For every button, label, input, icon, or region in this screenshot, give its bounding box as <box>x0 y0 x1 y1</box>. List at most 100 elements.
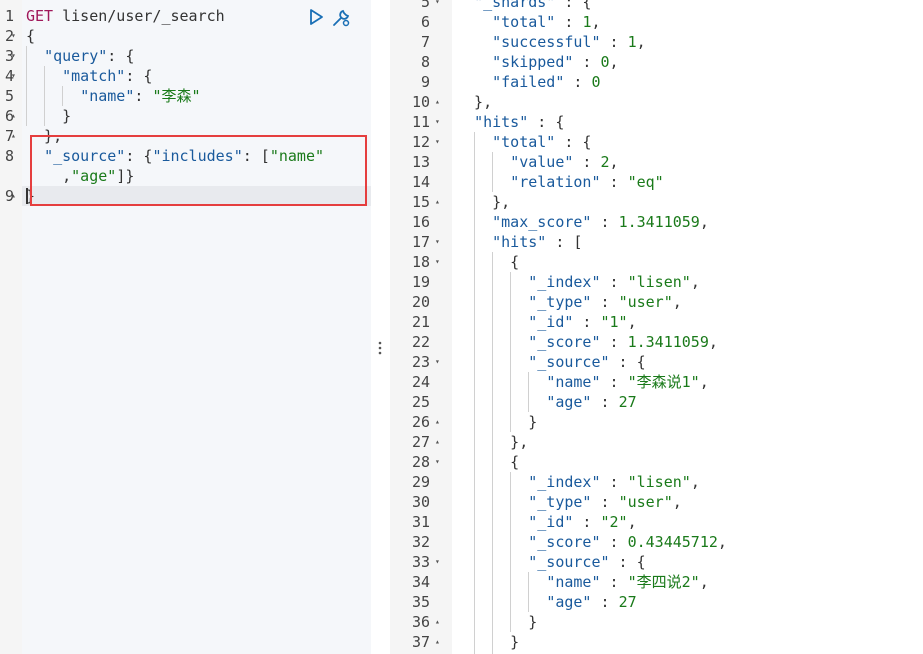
fold-close-icon[interactable]: ▴ <box>435 432 440 452</box>
token: { <box>456 253 520 271</box>
token: : { <box>609 553 646 571</box>
token: , <box>672 293 682 311</box>
code-line: { <box>456 452 519 472</box>
fold-close-icon[interactable]: ▴ <box>11 126 16 146</box>
fold-open-icon[interactable]: ▾ <box>435 132 440 152</box>
line-number: 34 <box>411 573 430 591</box>
http-method: GET <box>26 7 54 25</box>
token: "total" <box>492 133 556 151</box>
token: : <box>591 393 619 411</box>
code-line: "query": { <box>26 46 134 66</box>
fold-close-icon[interactable]: ▴ <box>435 612 440 632</box>
fold-close-icon[interactable]: ▴ <box>435 412 440 432</box>
token: "_type" <box>528 493 592 511</box>
request-code[interactable]: GET lisen/user/_search { "query": { "mat… <box>22 0 371 654</box>
code-line: "_id" : "2", <box>456 512 637 532</box>
drag-handle-icon[interactable] <box>378 340 382 356</box>
fold-close-icon[interactable]: ▴ <box>11 106 16 126</box>
token: 0 <box>600 53 610 71</box>
token: "age" <box>546 393 592 411</box>
fold-open-icon[interactable]: ▾ <box>435 0 440 12</box>
code-line: "hits" : { <box>456 112 564 132</box>
token: , <box>690 473 700 491</box>
token: : <box>573 513 601 531</box>
token: "lisen" <box>627 273 691 291</box>
token: : { <box>609 353 646 371</box>
token: "total" <box>492 13 556 31</box>
fold-close-icon[interactable]: ▴ <box>435 92 440 112</box>
fold-open-icon[interactable]: ▾ <box>435 252 440 272</box>
fold-open-icon[interactable]: ▾ <box>11 26 16 46</box>
token: "age" <box>546 593 592 611</box>
code-line: "name" : "李森说1", <box>456 372 708 392</box>
line-number: 23 <box>411 353 430 371</box>
play-icon[interactable] <box>307 8 325 26</box>
code-line: "total" : { <box>456 132 591 152</box>
pane-splitter[interactable] <box>371 0 390 654</box>
line-number: 10 <box>411 93 430 111</box>
code-line: } <box>456 612 537 632</box>
token: : <box>591 493 619 511</box>
token: "successful" <box>492 33 601 51</box>
line-number: 5 <box>4 87 14 105</box>
token: "name" <box>80 87 135 105</box>
text-cursor <box>26 188 28 204</box>
fold-close-icon[interactable]: ▴ <box>435 192 440 212</box>
code-line: "value" : 2, <box>456 152 618 172</box>
token: : { <box>528 113 565 131</box>
token: "李森" <box>152 87 201 105</box>
token: "hits" <box>474 113 529 131</box>
code-line: } <box>456 632 519 652</box>
fold-open-icon[interactable]: ▾ <box>11 46 16 66</box>
line-number: 26 <box>411 413 430 431</box>
line-number: 8 <box>420 53 430 71</box>
token: "failed" <box>492 73 565 91</box>
response-viewer[interactable]: "_shards" : { "total" : 1, "successful" … <box>390 0 923 654</box>
line-number: 18 <box>411 253 430 271</box>
token: "2" <box>600 513 628 531</box>
token: : <box>573 153 601 171</box>
line-number: 5 <box>420 0 430 11</box>
request-editor[interactable]: GET lisen/user/_search { "query": { "mat… <box>0 0 371 654</box>
line-number: 24 <box>411 373 430 391</box>
token: : <box>600 573 628 591</box>
fold-open-icon[interactable]: ▾ <box>11 66 16 86</box>
fold-open-icon[interactable]: ▾ <box>435 352 440 372</box>
code-line: { <box>456 252 519 272</box>
code-line: "age" : 27 <box>456 392 636 412</box>
token: 1.3411059 <box>618 213 700 231</box>
code-line: } <box>26 106 71 126</box>
token: "eq" <box>627 173 664 191</box>
code-line: "relation" : "eq" <box>456 172 664 192</box>
token: , <box>699 573 709 591</box>
token: : { <box>555 0 592 11</box>
code-line: "skipped" : 0, <box>456 52 619 72</box>
line-number: 6 <box>420 13 430 31</box>
token: , <box>609 53 619 71</box>
token: { <box>456 453 520 471</box>
source-filter-highlight-box <box>30 135 367 206</box>
fold-open-icon[interactable]: ▾ <box>435 552 440 572</box>
code-line: "failed" : 0 <box>456 72 600 92</box>
token: 27 <box>618 593 637 611</box>
fold-open-icon[interactable]: ▾ <box>435 112 440 132</box>
fold-close-icon[interactable]: ▴ <box>11 186 16 206</box>
fold-open-icon[interactable]: ▾ <box>435 452 440 472</box>
fold-open-icon[interactable]: ▾ <box>435 232 440 252</box>
line-number: 27 <box>411 433 430 451</box>
token: 1.3411059 <box>627 333 709 351</box>
wrench-icon[interactable] <box>331 8 350 27</box>
token: , <box>627 513 637 531</box>
code-line: "name" : "李四说2", <box>456 572 709 592</box>
code-line: "age" : 27 <box>456 592 637 612</box>
fold-close-icon[interactable]: ▴ <box>435 632 440 652</box>
line-number: 1 <box>4 7 14 25</box>
code-line: } <box>456 412 537 432</box>
token: 2 <box>600 153 610 171</box>
token: , <box>636 33 646 51</box>
indent-guide <box>528 372 529 412</box>
token: : <box>600 273 628 291</box>
